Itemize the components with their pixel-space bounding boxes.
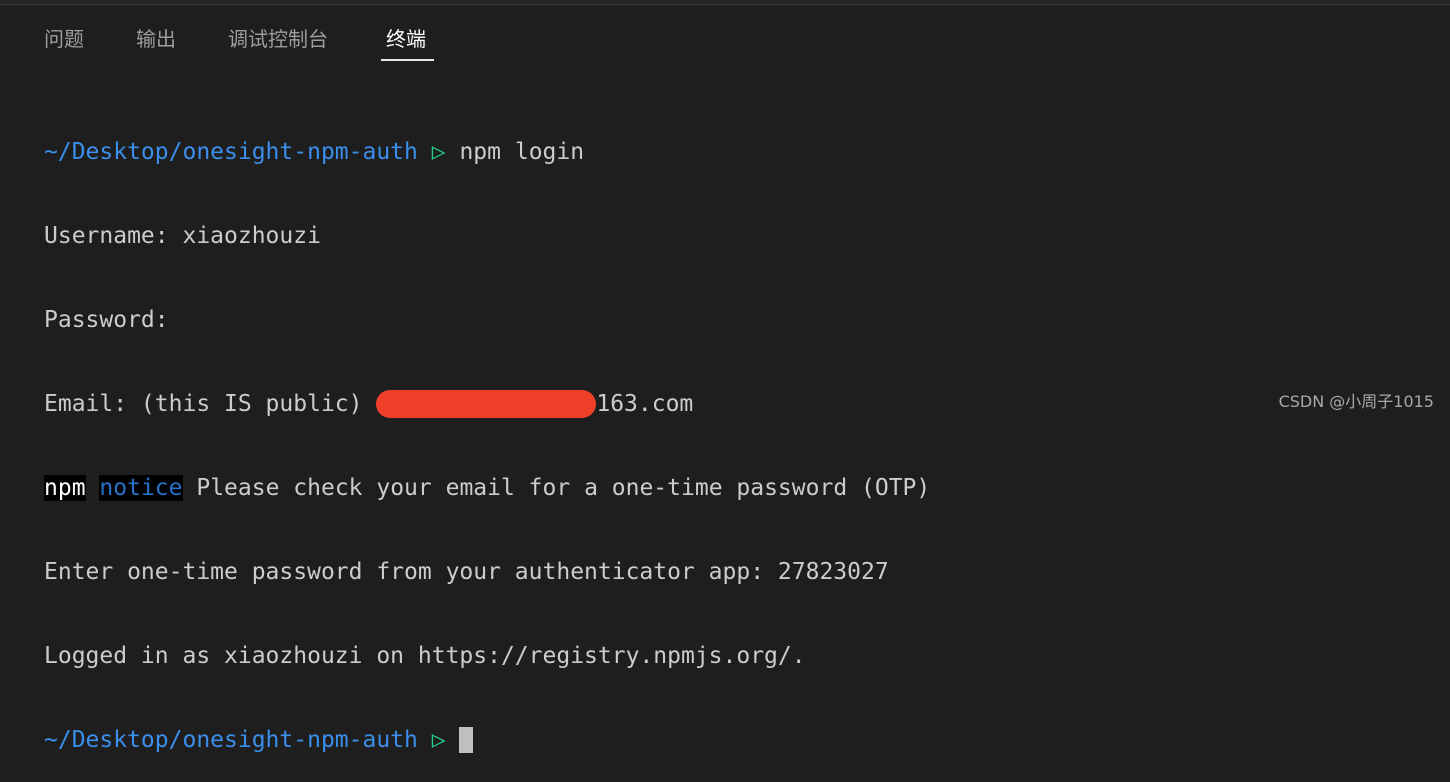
- notice-label: notice: [99, 475, 183, 501]
- terminal-line-prompt: ~/Desktop/onesight-npm-auth ▷ npm login: [44, 138, 1424, 166]
- terminal-line-email: Email: (this IS public) 163.com: [44, 390, 1424, 418]
- tab-output[interactable]: 输出: [136, 26, 176, 52]
- email-prefix: Email: (this IS public): [44, 391, 377, 417]
- tab-debug-console[interactable]: 调试控制台: [228, 26, 328, 52]
- terminal-cursor[interactable]: [459, 727, 474, 753]
- redaction-mark: [376, 390, 597, 418]
- terminal-line-prompt-current: ~/Desktop/onesight-npm-auth ▷: [44, 726, 1424, 754]
- active-tab-indicator: [381, 59, 434, 61]
- prompt-arrow-icon-current: ▷: [431, 727, 446, 753]
- email-suffix: 163.com: [596, 391, 694, 417]
- terminal-line-username: Username: xiaozhouzi: [44, 223, 321, 249]
- terminal-line-logged-in: Logged in as xiaozhouzi on https://regis…: [44, 643, 806, 669]
- prompt-arrow-icon: ▷: [431, 139, 446, 165]
- tab-problems[interactable]: 问题: [44, 26, 84, 52]
- npm-label: npm: [44, 475, 86, 501]
- notice-text: Please check your email for a one-time p…: [182, 475, 931, 501]
- prompt-path: ~/Desktop/onesight-npm-auth: [44, 139, 418, 165]
- terminal-line-otp: Enter one-time password from your authen…: [44, 559, 889, 585]
- terminal-line-notice: npm notice Please check your email for a…: [44, 474, 1424, 502]
- terminal-line-password: Password:: [44, 307, 169, 333]
- prompt-path-current: ~/Desktop/onesight-npm-auth: [44, 727, 418, 753]
- panel-tab-bar: 问题 输出 调试控制台 终端: [0, 0, 1450, 64]
- watermark: CSDN @小周子1015: [1278, 392, 1434, 411]
- command-text: npm login: [459, 139, 585, 165]
- terminal-output[interactable]: ~/Desktop/onesight-npm-auth ▷ npm login …: [44, 82, 1424, 782]
- tab-terminal[interactable]: 终端: [386, 26, 426, 52]
